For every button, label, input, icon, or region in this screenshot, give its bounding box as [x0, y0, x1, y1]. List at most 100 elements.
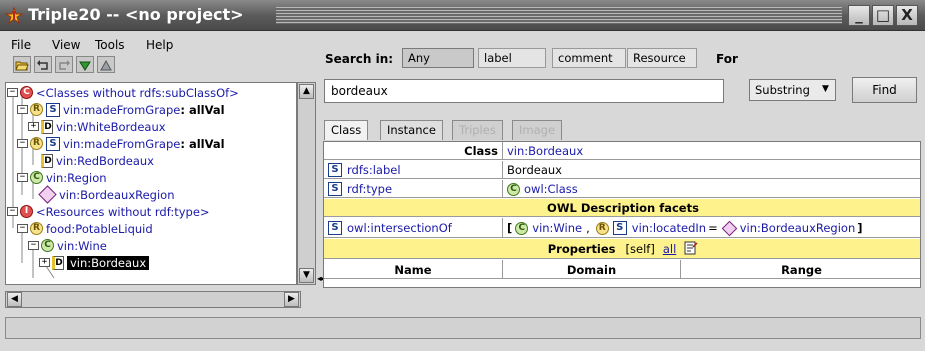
tree-node-selected[interactable]: + D vin:Bordeaux [39, 254, 150, 271]
search-input[interactable] [324, 79, 724, 103]
value-link[interactable]: vin:Wine [532, 221, 582, 235]
tree-node[interactable]: − R S vin:madeFromGrape : allVal [17, 101, 225, 118]
tree-node[interactable]: vin:BordeauxRegion [38, 185, 175, 204]
class-details-table: Class vin:Bordeaux S rdfs:label Bordeaux… [323, 141, 921, 288]
tree-vertical-scrollbar[interactable]: ▲ ▼ [297, 82, 316, 285]
find-button[interactable]: Find [852, 77, 917, 103]
collapse-toggle[interactable]: − [7, 88, 18, 97]
class-tree[interactable]: − C <Classes without rdfs:subClassOf> − … [5, 82, 297, 285]
scroll-down-icon[interactable]: ▼ [299, 268, 314, 283]
value-link[interactable]: owl:Class [524, 182, 578, 196]
scroll-left-icon[interactable]: ◀ [7, 292, 22, 307]
expand-toggle[interactable]: + [28, 122, 39, 131]
title-bar[interactable]: Triple20 -- <no project> _ □ X [0, 0, 925, 31]
open-folder-icon[interactable] [13, 56, 31, 73]
menu-view[interactable]: View [52, 38, 80, 52]
redo-icon[interactable] [55, 56, 73, 73]
menu-file[interactable]: File [11, 38, 31, 52]
s-badge-icon: S [328, 182, 342, 196]
tab-instance[interactable]: Instance [380, 120, 443, 140]
tree-node[interactable]: − C vin:Region [17, 169, 107, 186]
tree-node[interactable]: − I <Resources without rdf:type> [7, 203, 210, 220]
restriction-icon: R [30, 103, 43, 116]
minimize-button[interactable]: _ [848, 5, 870, 26]
down-arrow-icon[interactable] [76, 56, 94, 73]
tree-node-label: vin:WhiteBordeaux [56, 119, 166, 134]
class-root-icon: C [20, 86, 33, 99]
tree-node[interactable]: + D vin:WhiteBordeaux [28, 118, 166, 135]
tree-node-label: vin:madeFromGrape [63, 136, 181, 151]
class-value-link[interactable]: vin:Bordeaux [502, 142, 920, 160]
tab-triples[interactable]: Triples [452, 120, 503, 140]
restriction-icon: R [595, 221, 609, 235]
tree-node[interactable]: − C <Classes without rdfs:subClassOf> [7, 84, 239, 101]
collapse-toggle[interactable]: − [17, 224, 28, 233]
class-header: Class [464, 144, 498, 158]
collapse-toggle[interactable]: − [7, 207, 18, 216]
maximize-button[interactable]: □ [872, 5, 894, 26]
search-comment-button[interactable]: comment [552, 48, 626, 68]
status-bar [5, 317, 921, 339]
chevron-down-icon[interactable]: ▼ [822, 84, 832, 96]
predicate-link[interactable]: rdfs:label [347, 163, 401, 177]
column-header-range[interactable]: Range [680, 260, 920, 279]
undo-icon[interactable] [34, 56, 52, 73]
tree-node-label: food:PotableLiquid [46, 221, 153, 236]
tree-node[interactable]: − R food:PotableLiquid [17, 220, 153, 237]
table-row: S owl:intersectionOf [ C vin:Wine , R S … [324, 218, 920, 238]
value-cell: [ C vin:Wine , R S vin:locatedIn = vin:B… [502, 218, 920, 238]
equals-sign: = [708, 221, 718, 235]
collapse-toggle[interactable]: − [28, 241, 39, 250]
for-label: For [716, 52, 738, 66]
collapse-toggle[interactable]: − [17, 173, 28, 182]
properties-label: Properties [547, 242, 616, 256]
tab-image[interactable]: Image [512, 120, 563, 140]
up-arrow-icon[interactable] [97, 56, 115, 73]
value-cell: Bordeaux [502, 161, 920, 179]
close-button[interactable]: X [896, 5, 918, 26]
value-link[interactable]: vin:BordeauxRegion [740, 221, 856, 235]
all-filter-link[interactable]: all [663, 242, 676, 256]
predicate-cell: S rdf:type [324, 180, 502, 198]
expand-toggle[interactable]: + [39, 258, 50, 267]
s-badge-icon: S [46, 136, 60, 151]
column-header-name[interactable]: Name [324, 260, 502, 279]
self-filter[interactable]: [self] [626, 242, 655, 256]
collapse-toggle[interactable]: − [17, 139, 28, 148]
s-badge-icon: S [328, 221, 342, 235]
predicate-link[interactable]: rdf:type [347, 182, 392, 196]
table-row: S rdfs:label Bordeaux [324, 161, 920, 179]
tree-node-label: vin:Region [46, 170, 107, 185]
tree-node[interactable]: − R S vin:madeFromGrape : allVal [17, 135, 225, 152]
window-title: Triple20 -- <no project> [28, 5, 244, 24]
tree-node-label: <Classes without rdfs:subClassOf> [36, 85, 239, 100]
individual-icon [721, 220, 738, 236]
tree-node[interactable]: − C vin:Wine [28, 237, 107, 254]
menu-tools[interactable]: Tools [95, 38, 125, 52]
properties-header: Properties [self] all [324, 239, 920, 259]
table-header-row: Name Domain Range [324, 260, 920, 279]
edit-properties-icon[interactable] [684, 241, 698, 258]
column-header-domain[interactable]: Domain [502, 260, 680, 279]
search-any-button[interactable]: Any [402, 48, 474, 68]
class-icon: C [41, 239, 54, 252]
scroll-up-icon[interactable]: ▲ [299, 84, 314, 99]
comma: , [586, 221, 590, 235]
class-icon: C [507, 182, 520, 196]
resource-root-icon: I [20, 205, 33, 218]
predicate-link[interactable]: owl:intersectionOf [347, 221, 452, 235]
property-link[interactable]: vin:locatedIn [632, 221, 706, 235]
search-label-button[interactable]: label [478, 48, 546, 68]
tree-node[interactable]: D vin:RedBordeaux [41, 152, 154, 169]
document-icon: D [41, 153, 53, 168]
tree-horizontal-scrollbar[interactable]: ◀ ▶ [5, 291, 301, 308]
scroll-right-icon[interactable]: ▶ [284, 292, 299, 307]
collapse-toggle[interactable]: − [17, 105, 28, 114]
owl-facets-header: OWL Description facets [547, 201, 699, 215]
s-badge-icon: S [46, 102, 60, 117]
s-badge-icon: S [328, 163, 342, 177]
tab-class[interactable]: Class [324, 120, 369, 140]
search-resource-button[interactable]: Resource [627, 48, 697, 68]
menu-help[interactable]: Help [146, 38, 173, 52]
class-icon: C [515, 221, 529, 235]
